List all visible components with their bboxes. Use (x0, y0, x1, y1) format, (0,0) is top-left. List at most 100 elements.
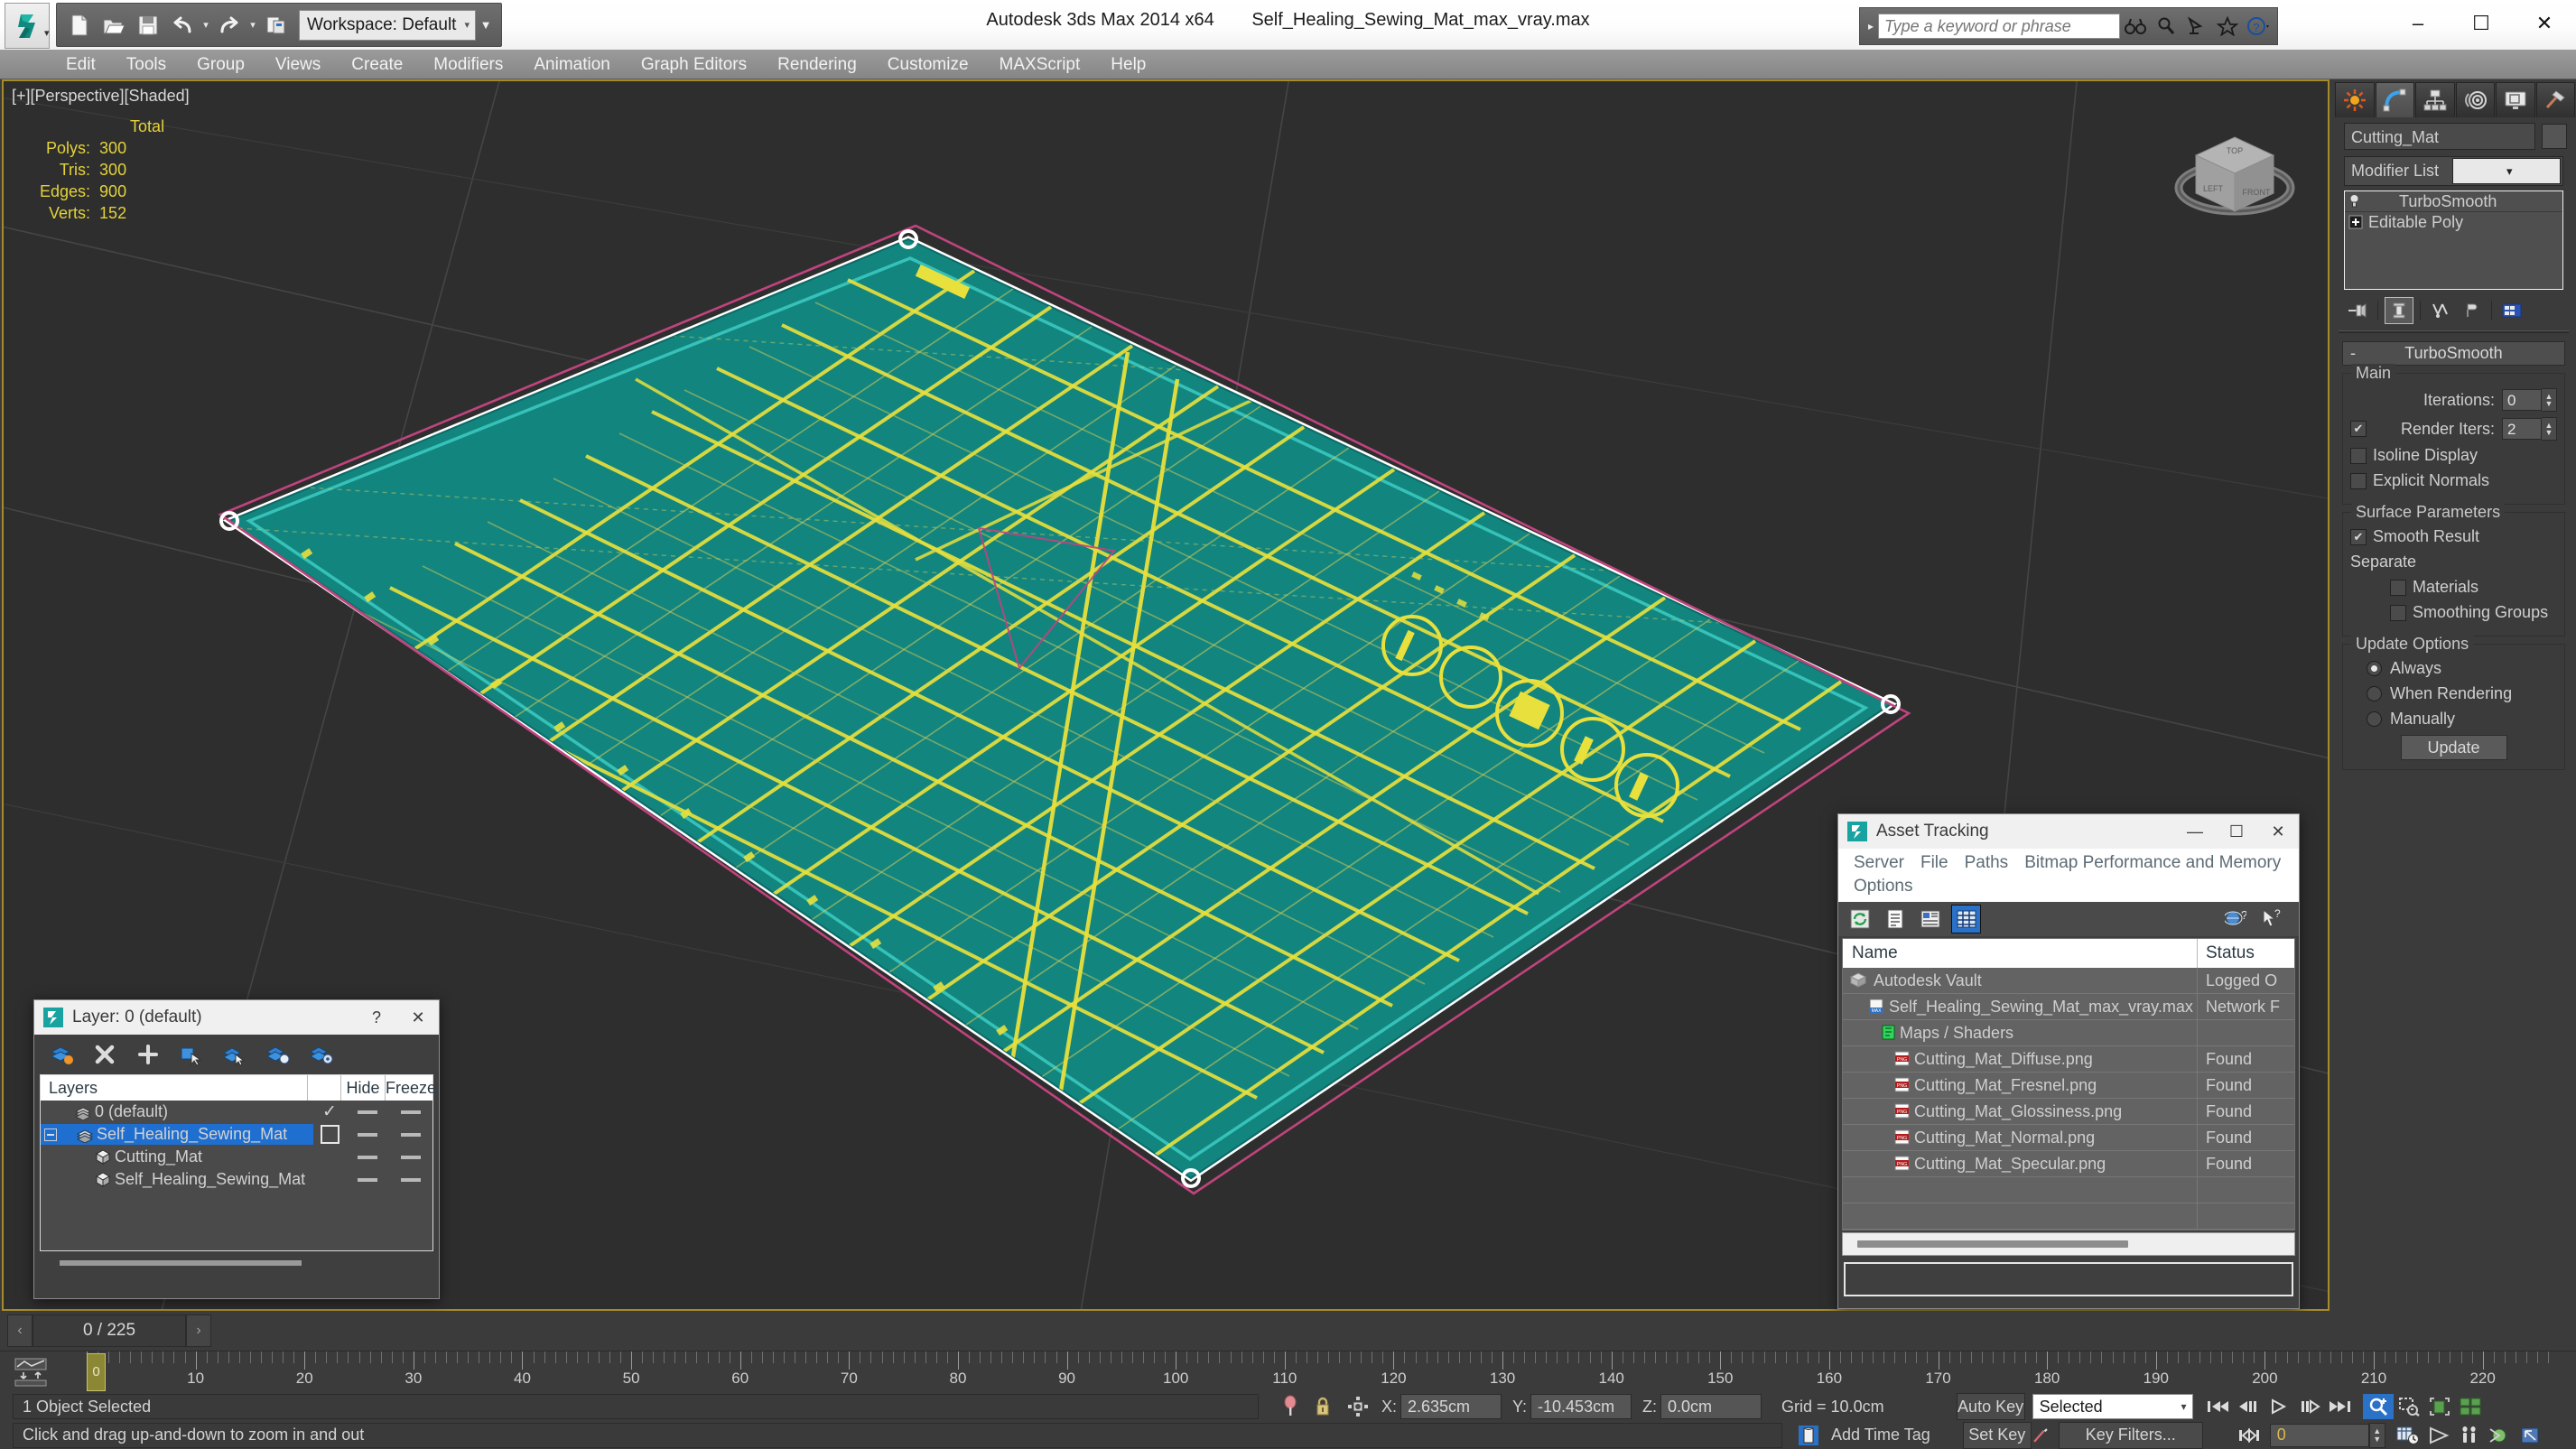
binoculars-icon[interactable] (2120, 12, 2151, 41)
list-item[interactable]: 0 (default) ✓ (41, 1101, 432, 1123)
materials-row[interactable]: Materials (2350, 578, 2557, 597)
spinner-arrows-icon[interactable]: ▲ ▼ (2542, 388, 2557, 412)
menu-item-customize[interactable]: Customize (872, 50, 984, 79)
satellite-icon[interactable] (2181, 12, 2212, 41)
menu-item-file[interactable]: File (1912, 851, 1957, 875)
auto-key-button[interactable]: Auto Key (1956, 1393, 2025, 1420)
go-to-start-icon[interactable] (2202, 1394, 2233, 1419)
spinner-arrows-icon[interactable]: ▲ ▼ (2542, 417, 2557, 441)
add-selection-icon[interactable] (130, 1039, 166, 1070)
menu-item-views[interactable]: Views (260, 50, 336, 79)
smooth-result-row[interactable]: ✔ Smooth Result (2350, 527, 2557, 546)
timeline-ticks[interactable]: 10 20 30 40 50 60 70 80 90 100 110 120 130 140 150 160 1… (56, 1351, 2576, 1393)
menu-item-server[interactable]: Server (1846, 851, 1912, 875)
motion-tab-icon[interactable] (2455, 82, 2495, 117)
table-row[interactable]: PNG Cutting_Mat_Fresnel.png Found (1843, 1073, 2294, 1099)
column-header-layers[interactable]: Layers (41, 1075, 308, 1101)
help-button[interactable]: ? (356, 1000, 397, 1035)
hierarchy-tab-icon[interactable] (2415, 82, 2455, 117)
help-icon[interactable]: ? (2243, 12, 2274, 41)
table-row[interactable]: Maps / Shaders (1843, 1020, 2294, 1046)
maximize-button[interactable]: ☐ (2450, 0, 2513, 47)
modifier-list-dropdown[interactable]: Modifier List ▾ (2344, 156, 2563, 186)
table-row[interactable]: PNG Cutting_Mat_Specular.png Found (1843, 1151, 2294, 1177)
set-key-button[interactable]: Set Key (1962, 1421, 2032, 1449)
menu-item-modifiers[interactable]: Modifiers (418, 50, 518, 79)
coord-x-field[interactable]: 2.635cm (1400, 1394, 1502, 1419)
scrollbar-thumb[interactable] (1857, 1240, 2128, 1248)
prev-frame-button[interactable]: ‹ (7, 1314, 33, 1347)
render-iters-checkbox[interactable]: ✔ (2350, 421, 2367, 437)
iterations-spinner[interactable]: 0 ▲ ▼ (2502, 388, 2557, 412)
explicit-normals-row[interactable]: Explicit Normals (2350, 471, 2557, 490)
materials-checkbox[interactable] (2390, 579, 2406, 596)
layer-properties-icon[interactable] (303, 1039, 339, 1070)
maximize-viewport-icon[interactable] (2516, 1423, 2546, 1448)
asset-tracking-window[interactable]: Asset Tracking — ☐ ✕ Server File Paths B… (1837, 813, 2300, 1309)
list-view-icon[interactable] (1881, 906, 1909, 933)
field-of-view-icon[interactable] (2485, 1423, 2516, 1448)
pan-icon[interactable] (2423, 1423, 2454, 1448)
menu-item-create[interactable]: Create (336, 50, 418, 79)
column-header-status[interactable]: Status (2198, 939, 2294, 968)
select-highlighted-objects-icon[interactable] (217, 1039, 253, 1070)
layer-dialog[interactable]: Layer: 0 (default) ? ✕ Layers Hide Freez… (33, 999, 440, 1299)
maximize-button[interactable]: ☐ (2216, 814, 2257, 849)
column-header-freeze[interactable]: Freeze (386, 1075, 436, 1101)
coord-y-field[interactable]: -10.453cm (1530, 1394, 1632, 1419)
render-iters-value[interactable]: 2 (2502, 418, 2542, 440)
key-mode-combo[interactable]: Selected ▾ (2032, 1394, 2193, 1419)
column-header-name[interactable]: Name (1843, 939, 2198, 968)
zoom-region-icon[interactable] (2394, 1394, 2424, 1419)
key-mode-toggle-icon[interactable] (2234, 1423, 2264, 1448)
table-row[interactable]: PNG Cutting_Mat_Normal.png Found (1843, 1125, 2294, 1151)
prev-frame-icon[interactable] (2233, 1394, 2264, 1419)
walkthrough-icon[interactable] (2454, 1423, 2485, 1448)
close-button[interactable]: ✕ (2257, 814, 2299, 849)
column-header-hide[interactable]: Hide (341, 1075, 386, 1101)
scrollbar-thumb[interactable] (60, 1260, 302, 1266)
track-bar[interactable]: 10 20 30 40 50 60 70 80 90 100 110 120 130 140 150 160 1… (0, 1351, 2576, 1393)
radio-manually-icon[interactable] (2367, 711, 2382, 727)
expander-minus-icon[interactable] (41, 1128, 60, 1141)
coord-z-field[interactable]: 0.0cm (1660, 1394, 1762, 1419)
key-filters-button[interactable]: Key Filters... (2058, 1421, 2203, 1449)
hide-toggle[interactable] (346, 1132, 389, 1137)
menu-item-animation[interactable]: Animation (518, 50, 626, 79)
menu-item-options[interactable]: Options (1846, 875, 1920, 898)
layer-horizontal-scrollbar[interactable] (42, 1257, 432, 1269)
zoom-extents-icon[interactable] (2424, 1394, 2455, 1419)
modifier-stack[interactable]: TurboSmooth Editable Poly (2344, 190, 2563, 290)
table-row[interactable]: MAX Self_Healing_Sewing_Mat_max_vray.max… (1843, 994, 2294, 1020)
close-button[interactable]: ✕ (397, 1000, 439, 1035)
smoothing-groups-row[interactable]: Smoothing Groups (2350, 603, 2557, 622)
isolate-icon[interactable] (1340, 1396, 1376, 1417)
modifier-stack-item-turbosmooth[interactable]: TurboSmooth (2345, 191, 2562, 211)
object-color-swatch[interactable] (2542, 124, 2567, 149)
pin-icon[interactable] (1275, 1395, 1306, 1418)
details-view-icon[interactable] (1916, 906, 1944, 933)
show-end-result-icon[interactable] (2385, 297, 2413, 324)
search-expand-icon[interactable]: ▸ (1864, 20, 1878, 33)
time-configuration-icon[interactable] (2393, 1423, 2423, 1448)
menu-item-paths[interactable]: Paths (1957, 851, 2017, 875)
magnifier-icon[interactable] (2151, 12, 2181, 41)
rollout-header-turbosmooth[interactable]: - TurboSmooth (2342, 341, 2565, 366)
isoline-display-checkbox[interactable] (2350, 447, 2367, 464)
help-pointer-icon[interactable]: ? (2256, 906, 2284, 933)
go-to-end-icon[interactable] (2325, 1394, 2356, 1419)
open-mini-curve-editor-icon[interactable] (11, 1357, 51, 1388)
table-row[interactable] (1843, 1177, 2294, 1203)
configure-sets-icon[interactable] (2498, 298, 2525, 323)
list-item[interactable]: Self_Healing_Sewing_Mat (41, 1168, 432, 1191)
explicit-normals-checkbox[interactable] (2350, 472, 2367, 489)
render-iters-spinner[interactable]: 2 ▲ ▼ (2502, 417, 2557, 441)
object-name-field[interactable]: Cutting_Mat (2344, 123, 2535, 150)
help-globe-icon[interactable]: ? (2221, 906, 2249, 933)
current-layer-checkbox[interactable] (313, 1125, 346, 1144)
menu-item-edit[interactable]: Edit (51, 50, 111, 79)
key-field[interactable]: 0 (2269, 1423, 2369, 1447)
list-item[interactable]: Self_Healing_Sewing_Mat (41, 1123, 432, 1146)
star-icon[interactable] (2212, 12, 2243, 41)
highlight-selected-objects-icon[interactable] (260, 1039, 296, 1070)
